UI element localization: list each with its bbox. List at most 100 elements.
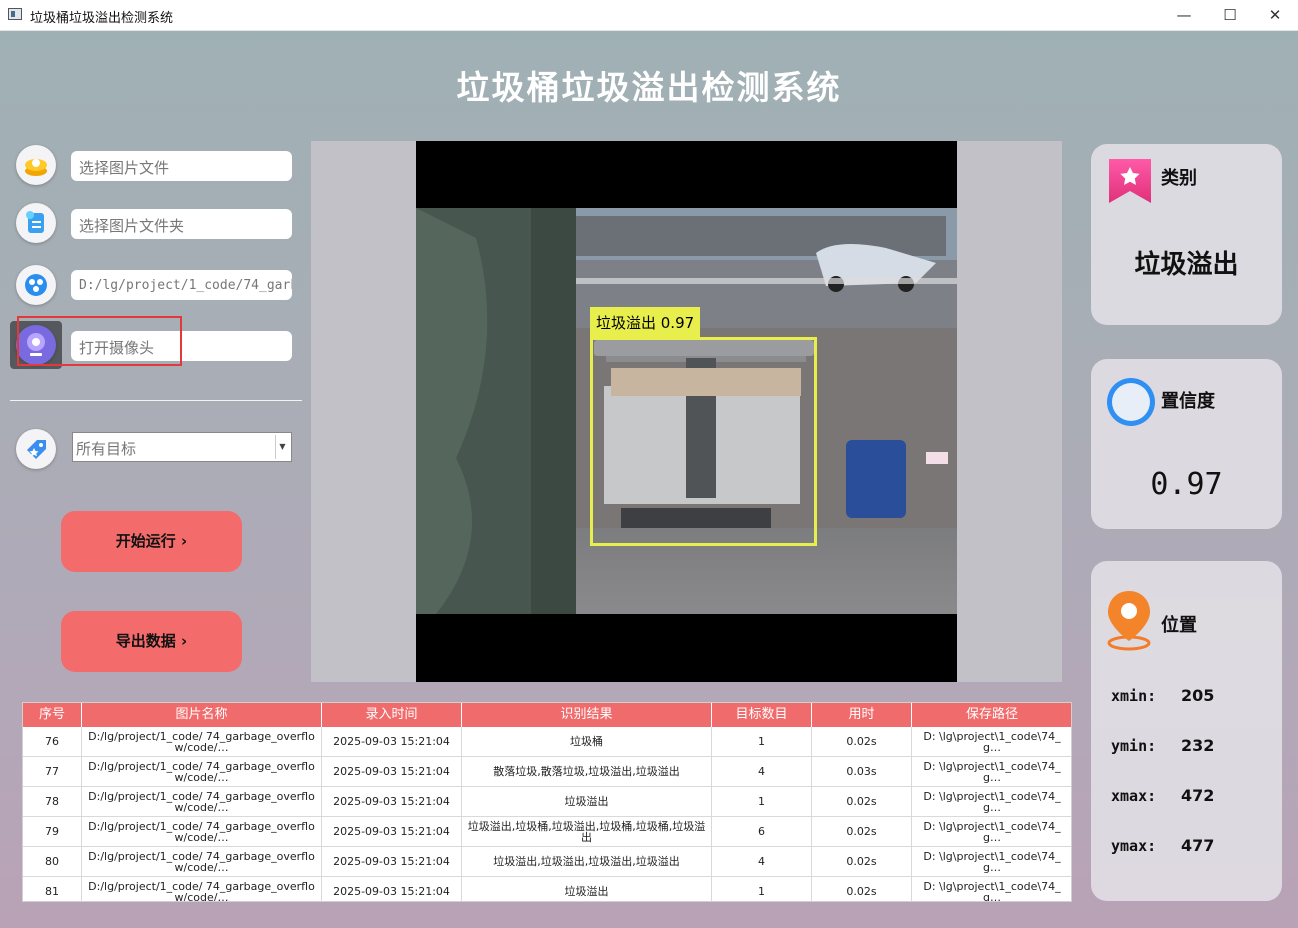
- table-row[interactable]: 81 D:/lg/project/1_code/ 74_garbage_overf…: [23, 877, 1071, 902]
- table-cell-duration: 0.02s: [812, 727, 912, 756]
- table-cell-time: 2025-09-03 15:21:04: [322, 727, 462, 756]
- minimize-button[interactable]: —: [1161, 0, 1207, 31]
- table-cell-name: D:/lg/project/1_code/ 74_garbage_overflo…: [82, 817, 322, 846]
- category-card: 类别 垃圾溢出: [1091, 144, 1282, 325]
- video-icon[interactable]: [16, 265, 56, 305]
- table-row[interactable]: 79 D:/lg/project/1_code/ 74_garbage_overf…: [23, 817, 1071, 847]
- table-cell-time: 2025-09-03 15:21:04: [322, 847, 462, 876]
- position-title: 位置: [1161, 615, 1197, 636]
- confidence-ring-icon: [1107, 378, 1155, 426]
- run-button[interactable]: 开始运行 ›: [61, 511, 242, 572]
- table-cell-path: D: \lg\project\1_code\74_g…: [912, 877, 1071, 902]
- table-cell-duration: 0.02s: [812, 787, 912, 816]
- table-body: 76 D:/lg/project/1_code/ 74_garbage_overf…: [23, 727, 1071, 902]
- maximize-button[interactable]: ☐: [1207, 0, 1253, 31]
- table-cell-duration: 0.02s: [812, 817, 912, 846]
- table-cell-count: 4: [712, 757, 812, 786]
- ymax-row: ymax: 477: [1111, 836, 1214, 855]
- table-cell-id: 77: [23, 757, 82, 786]
- ymax-value: 477: [1181, 836, 1215, 855]
- table-cell-result: 垃圾溢出: [462, 877, 712, 901]
- window-title: 垃圾桶垃圾溢出检测系统: [30, 11, 174, 26]
- table-cell-count: 1: [712, 727, 812, 756]
- table-cell-result: 垃圾溢出: [462, 787, 712, 816]
- table-cell-name: D:/lg/project/1_code/ 74_garbage_overflo…: [82, 757, 322, 786]
- table-cell-result: 垃圾溢出,垃圾桶,垃圾溢出,垃圾桶,垃圾桶,垃圾溢出: [462, 817, 712, 846]
- table-cell-name: D:/lg/project/1_code/ 74_garbage_overflo…: [82, 727, 322, 756]
- category-value: 垃圾溢出: [1134, 250, 1239, 280]
- detection-label: 垃圾溢出 0.97: [590, 307, 701, 337]
- close-button[interactable]: ✕: [1252, 0, 1298, 31]
- sidebar-divider: [10, 400, 302, 401]
- table-cell-count: 1: [712, 877, 812, 901]
- ymin-row: ymin: 232: [1111, 736, 1214, 755]
- table-cell-time: 2025-09-03 15:21:04: [322, 877, 462, 901]
- xmin-label: xmin:: [1111, 687, 1157, 705]
- table-cell-id: 81: [23, 877, 82, 901]
- table-cell-id: 76: [23, 727, 82, 756]
- position-card: 位置 xmin: 205 ymin: 232 xmax: 472 ymax: 4…: [1091, 561, 1282, 901]
- detection-bounding-box: [590, 337, 817, 546]
- chevron-down-icon[interactable]: ▼: [275, 435, 289, 459]
- table-cell-time: 2025-09-03 15:21:04: [322, 787, 462, 816]
- xmin-value: 205: [1181, 686, 1215, 705]
- table-header: 序号 图片名称 录入时间 识别结果 目标数目 用时 保存路径: [23, 703, 1071, 727]
- table-cell-path: D: \lg\project\1_code\74_g…: [912, 787, 1071, 816]
- table-cell-count: 1: [712, 787, 812, 816]
- results-table[interactable]: 序号 图片名称 录入时间 识别结果 目标数目 用时 保存路径 76 D:/lg/project…: [22, 702, 1072, 902]
- image-folder-icon[interactable]: [16, 203, 56, 243]
- detection-view-panel: 垃圾溢出 0.97: [311, 141, 1062, 682]
- video-path-input[interactable]: D:/lg/project/1_code/74_garbage_overflow: [71, 270, 292, 300]
- table-header-cell[interactable]: 图片名称: [82, 703, 322, 727]
- export-button[interactable]: 导出数据 ›: [61, 611, 242, 672]
- table-cell-duration: 0.02s: [812, 847, 912, 876]
- target-select[interactable]: 所有目标 ▼: [72, 432, 292, 462]
- table-cell-result: 垃圾桶: [462, 727, 712, 756]
- table-cell-count: 6: [712, 817, 812, 846]
- table-cell-name: D:/lg/project/1_code/ 74_garbage_overflo…: [82, 877, 322, 901]
- table-header-cell[interactable]: 用时: [812, 703, 912, 727]
- table-cell-result: 垃圾溢出,垃圾溢出,垃圾溢出,垃圾溢出: [462, 847, 712, 876]
- window-titlebar: 垃圾桶垃圾溢出检测系统 — ☐ ✕: [0, 0, 1298, 31]
- ymax-label: ymax:: [1111, 837, 1157, 855]
- table-cell-id: 80: [23, 847, 82, 876]
- image-folder-input[interactable]: 选择图片文件夹: [71, 209, 292, 239]
- image-file-input[interactable]: 选择图片文件: [71, 151, 292, 181]
- table-cell-duration: 0.03s: [812, 757, 912, 786]
- app-icon: [8, 8, 22, 20]
- table-header-cell[interactable]: 录入时间: [322, 703, 462, 727]
- table-header-cell[interactable]: 序号: [23, 703, 82, 727]
- app-title: 垃圾桶垃圾溢出检测系统: [456, 68, 842, 107]
- ymin-value: 232: [1181, 736, 1215, 755]
- detection-canvas: 垃圾溢出 0.97: [416, 141, 957, 682]
- xmax-row: xmax: 472: [1111, 786, 1214, 805]
- table-row[interactable]: 80 D:/lg/project/1_code/ 74_garbage_overf…: [23, 847, 1071, 877]
- table-cell-count: 4: [712, 847, 812, 876]
- table-row[interactable]: 78 D:/lg/project/1_code/ 74_garbage_overf…: [23, 787, 1071, 817]
- detection-image: 垃圾溢出 0.97: [416, 208, 957, 614]
- table-row[interactable]: 76 D:/lg/project/1_code/ 74_garbage_overf…: [23, 727, 1071, 757]
- category-title: 类别: [1161, 168, 1197, 189]
- xmin-row: xmin: 205: [1111, 686, 1214, 705]
- table-cell-result: 散落垃圾,散落垃圾,垃圾溢出,垃圾溢出: [462, 757, 712, 786]
- table-cell-id: 78: [23, 787, 82, 816]
- table-row[interactable]: 77 D:/lg/project/1_code/ 74_garbage_overf…: [23, 757, 1071, 787]
- table-cell-path: D: \lg\project\1_code\74_g…: [912, 757, 1071, 786]
- table-header-cell[interactable]: 目标数目: [712, 703, 812, 727]
- bookmark-star-icon: [1109, 159, 1151, 203]
- target-tag-icon: [16, 429, 56, 469]
- table-cell-id: 79: [23, 817, 82, 846]
- table-header-cell[interactable]: 识别结果: [462, 703, 712, 727]
- ymin-label: ymin:: [1111, 737, 1157, 755]
- image-file-icon[interactable]: [16, 145, 56, 185]
- table-cell-name: D:/lg/project/1_code/ 74_garbage_overflo…: [82, 847, 322, 876]
- table-header-cell[interactable]: 保存路径: [912, 703, 1071, 727]
- location-pin-icon: [1107, 591, 1151, 651]
- xmax-label: xmax:: [1111, 787, 1157, 805]
- confidence-title: 置信度: [1161, 391, 1215, 412]
- table-cell-time: 2025-09-03 15:21:04: [322, 817, 462, 846]
- confidence-value: 0.97: [1150, 467, 1223, 502]
- table-cell-path: D: \lg\project\1_code\74_g…: [912, 847, 1071, 876]
- app-client-area: 垃圾桶垃圾溢出检测系统 选择图片文件 选择图片文件夹 D:/lg/project…: [0, 31, 1298, 928]
- table-cell-path: D: \lg\project\1_code\74_g…: [912, 727, 1071, 756]
